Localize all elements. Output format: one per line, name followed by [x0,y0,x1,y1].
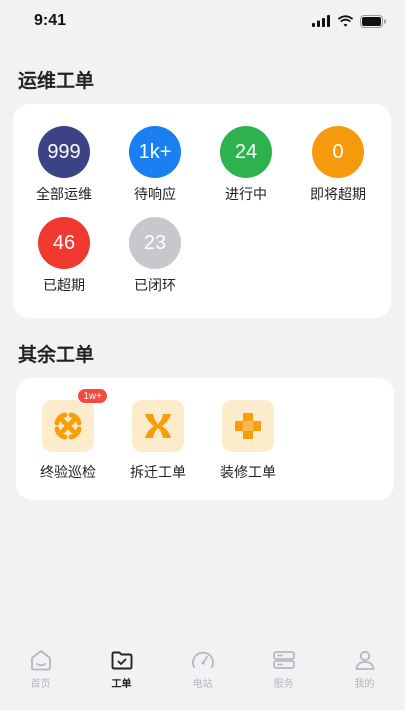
tab-stations[interactable]: 电站 [162,640,243,710]
stat-in-progress-label: 进行中 [225,187,267,203]
tab-home-label: 首页 [30,679,51,690]
others-section-title: 其余工单 [18,344,95,366]
home-icon [30,650,51,671]
folder-check-icon [111,651,132,670]
tab-services[interactable]: 服务 [243,640,324,710]
signal-icon [312,15,330,27]
tab-stations-label: 电站 [192,679,213,690]
tab-profile[interactable]: 我的 [324,640,405,710]
other-item-demolition-label: 拆迁工单 [130,465,186,481]
stat-all-count: 999 [38,126,90,178]
stat-all[interactable]: 999 全部运维 [19,126,109,204]
stat-due-soon-count: 0 [312,126,364,178]
stat-due-soon-label: 即将超期 [310,187,366,203]
stat-overdue-label: 已超期 [43,278,85,294]
server-icon [272,651,295,669]
wifi-icon [337,15,354,27]
stat-pending-count: 1k+ [129,126,181,178]
stat-closed-label: 已闭环 [134,278,176,294]
renovation-icon [235,413,261,439]
tab-profile-label: 我的 [354,679,375,690]
ops-card: 999 全部运维 1k+ 待响应 24 进行中 0 即将超期 46 已超期 23… [13,104,391,318]
stat-overdue-count: 46 [38,217,90,269]
other-item-renovation-label: 装修工单 [220,465,276,481]
tab-work-orders[interactable]: 工单 [81,640,162,710]
inspection-icon [54,412,82,440]
status-bar: 9:41 [0,0,405,44]
stat-in-progress-count: 24 [220,126,272,178]
stat-pending[interactable]: 1k+ 待响应 [110,126,200,204]
stat-closed-count: 23 [129,217,181,269]
user-icon [355,650,374,670]
other-item-inspection[interactable]: 1w+ 终验巡检 [23,388,113,482]
tab-home[interactable]: 首页 [0,640,81,710]
other-item-renovation[interactable]: 装修工单 [203,400,293,482]
status-icons [312,14,387,28]
gauge-icon [191,651,214,668]
other-item-demolition[interactable]: 拆迁工单 [113,400,203,482]
stat-due-soon[interactable]: 0 即将超期 [293,126,383,204]
stat-in-progress[interactable]: 24 进行中 [201,126,291,204]
inspection-badge: 1w+ [77,388,108,404]
others-card: 1w+ 终验巡检 拆迁工单 装修工单 [16,378,394,500]
other-item-inspection-label: 终验巡检 [40,465,96,481]
tab-services-label: 服务 [273,679,294,690]
stat-closed[interactable]: 23 已闭环 [110,217,200,295]
stat-pending-label: 待响应 [134,187,176,203]
stat-overdue[interactable]: 46 已超期 [19,217,109,295]
battery-icon [360,14,386,28]
tab-bar: 首页 工单 电站 服务 我的 [0,640,405,710]
tab-work-orders-label: 工单 [111,679,132,690]
ops-section-title: 运维工单 [18,70,95,92]
status-time: 9:41 [34,12,67,29]
demolition-icon [145,414,171,438]
stat-all-label: 全部运维 [36,187,92,203]
